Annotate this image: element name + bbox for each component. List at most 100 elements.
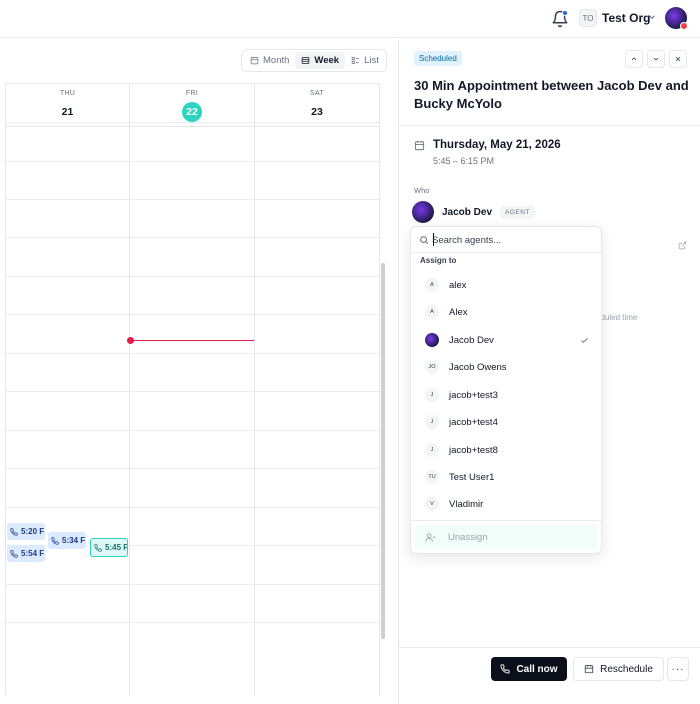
day-number[interactable]: 23: [307, 102, 327, 122]
event-chip[interactable]: 5:54 F: [7, 545, 45, 562]
agent-initials-avatar: J: [425, 415, 439, 429]
agent-initials-avatar: V: [425, 497, 439, 511]
call-now-label: Call now: [516, 663, 558, 675]
search-agents-input[interactable]: [432, 232, 592, 248]
agent-option[interactable]: V Vladimir: [415, 493, 597, 515]
list-icon: [351, 57, 359, 64]
view-list-label: List: [364, 55, 379, 66]
reschedule-label: Reschedule: [600, 663, 653, 675]
view-list-button[interactable]: List: [345, 52, 385, 69]
hour-gridline: [6, 122, 381, 123]
agent-option[interactable]: Aalex: [415, 274, 597, 296]
chevron-up-icon: [631, 57, 637, 61]
phone-icon: [500, 664, 511, 674]
agent-selector[interactable]: Jacob Dev AGENT: [412, 201, 535, 223]
agent-search: [411, 227, 601, 253]
calendar-icon: [414, 140, 425, 151]
agent-option[interactable]: TU Test User1: [415, 466, 597, 488]
dropdown-separator: [411, 520, 601, 521]
next-button[interactable]: [647, 50, 665, 68]
event-chip[interactable]: 5:20 F: [7, 523, 45, 540]
agent-tag: AGENT: [500, 205, 535, 219]
agent-option[interactable]: Jacob Dev: [415, 329, 597, 351]
day-of-week: SAT: [310, 90, 324, 97]
appointment-time: 5:45 – 6:15 PM: [433, 156, 495, 166]
reschedule-button[interactable]: Reschedule: [573, 657, 664, 681]
hour-gridline: [6, 199, 381, 200]
calendar-scrollbar[interactable]: [381, 263, 385, 639]
agent-option[interactable]: A Alex: [415, 301, 597, 323]
chevron-down-icon[interactable]: [647, 12, 657, 22]
org-name[interactable]: Test Org: [602, 11, 650, 25]
agent-initials-avatar: [425, 333, 439, 347]
hour-gridline: [6, 314, 381, 315]
footer-divider: [399, 647, 700, 648]
org-badge[interactable]: TO: [579, 9, 597, 27]
chevron-down-icon: [653, 57, 659, 61]
phone-icon: [94, 543, 102, 552]
hour-gridline: [6, 237, 381, 238]
day-header-fri: FRI 22: [130, 84, 254, 127]
agent-initials-avatar: A: [425, 278, 439, 292]
agent-option[interactable]: JO Jacob Owens: [415, 356, 597, 378]
phone-icon: [10, 527, 18, 536]
appointment-date: Thursday, May 21, 2026: [433, 139, 561, 151]
more-options-button[interactable]: ···: [667, 657, 689, 681]
day-number[interactable]: 21: [58, 102, 78, 122]
event-chip-selected[interactable]: 5:45 F: [90, 538, 128, 557]
hour-gridline: [6, 161, 381, 162]
event-time: 5:54 F: [21, 549, 45, 558]
agent-option[interactable]: Jjacob+test4: [415, 411, 597, 433]
agent-option-label: Jacob Dev: [449, 334, 494, 346]
day-column-sat[interactable]: SAT 23: [255, 84, 380, 696]
day-column-fri[interactable]: FRI 22: [130, 84, 255, 696]
unassign-option[interactable]: Unassign: [415, 525, 597, 549]
user-minus-icon: [425, 532, 436, 542]
hour-gridline: [6, 584, 381, 585]
close-icon: [675, 56, 681, 62]
text-caret: [433, 233, 434, 246]
event-chip[interactable]: 5:34 F: [48, 532, 86, 549]
agent-initials-avatar: J: [425, 388, 439, 402]
status-badge: Scheduled: [414, 51, 462, 66]
agent-option-label: Test User1: [449, 471, 495, 483]
calendar-area: Month Week List THU 21 FRI 22 SAT 23 5:2…: [0, 39, 398, 704]
day-number-today[interactable]: 22: [182, 102, 202, 122]
view-month-label: Month: [263, 55, 290, 66]
avatar-status-dot: [680, 22, 688, 30]
hour-gridline: [6, 622, 381, 623]
view-week-button[interactable]: Week: [295, 52, 346, 69]
close-button[interactable]: [669, 50, 687, 68]
event-time: 5:34 F: [62, 536, 86, 545]
day-column-thu[interactable]: THU 21: [6, 84, 130, 696]
event-time: 5:20 F: [21, 527, 45, 536]
previous-button[interactable]: [625, 50, 643, 68]
day-of-week: THU: [59, 90, 76, 97]
agent-name: Jacob Dev: [442, 206, 493, 218]
top-bar: TO Test Org: [0, 0, 700, 38]
agent-option-label: alex: [449, 279, 467, 291]
view-month-button[interactable]: Month: [244, 52, 295, 69]
week-grid: THU 21 FRI 22 SAT 23: [5, 83, 381, 696]
call-now-button[interactable]: Call now: [491, 657, 567, 681]
agent-option[interactable]: Jjacob+test8: [415, 439, 597, 461]
day-header-thu: THU 21: [6, 84, 129, 127]
event-time: 5:45 F: [105, 543, 128, 552]
external-link-icon[interactable]: [678, 241, 687, 250]
who-label: Who: [414, 186, 430, 195]
hour-gridline: [6, 468, 381, 469]
agent-option-label: jacob+test4: [449, 416, 498, 428]
current-time-line: [130, 340, 254, 341]
scheduled-time-text: eduled time: [596, 313, 638, 322]
agent-option[interactable]: Jjacob+test3: [415, 384, 597, 406]
day-header-sat: SAT 23: [255, 84, 379, 127]
view-switcher: Month Week List: [241, 49, 387, 72]
hour-gridline: [6, 391, 381, 392]
week-icon: [302, 57, 310, 64]
hour-gridline: [6, 353, 381, 354]
hour-gridline: [6, 430, 381, 431]
assign-to-heading: Assign to: [420, 256, 457, 265]
agent-option-label: jacob+test8: [449, 444, 498, 456]
agent-option-label: Jacob Owens: [449, 361, 507, 373]
agent-initials-avatar: TU: [425, 470, 439, 484]
